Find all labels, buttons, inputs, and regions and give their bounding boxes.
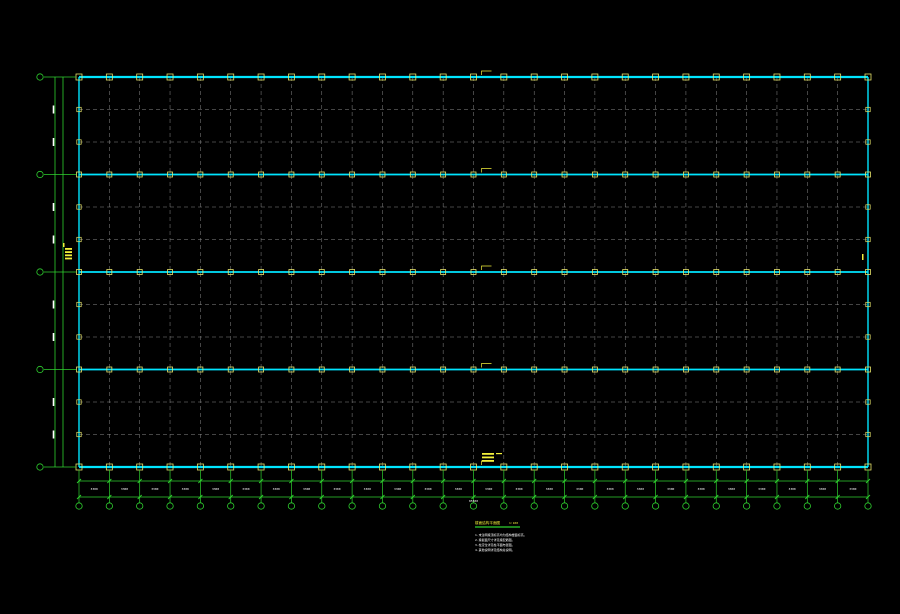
axis-bubble-column xyxy=(621,502,629,510)
bay-dimension-text: 3300 xyxy=(849,487,856,491)
annotation-mark xyxy=(862,254,864,260)
structural-floor-plan: 3300 3300 3300 3300 3300 3300 3300 3300 3300 3300… xyxy=(36,70,872,552)
axis-bubble-column xyxy=(196,502,204,510)
axis-bubble-row xyxy=(36,463,44,471)
axis-bubble-row xyxy=(36,73,44,81)
bay-dimension-text: 3300 xyxy=(273,487,280,491)
bay-dimension-text: 3300 xyxy=(364,487,371,491)
bay-dimension-text: 3300 xyxy=(303,487,310,491)
legend-block: 楼面结构平面图 1:100 1.未注明梁顶标高均为结构楼面标高。 2.梁截面尺寸… xyxy=(475,520,527,552)
bay-dimension-text: 3300 xyxy=(333,487,340,491)
annotations xyxy=(63,70,864,465)
annotation-mark xyxy=(63,243,65,247)
bay-dimension-text: 3300 xyxy=(789,487,796,491)
axis-bubble-column xyxy=(227,502,235,510)
axis-bubble-column xyxy=(560,502,569,510)
bay-dimension-text: 3300 xyxy=(515,487,522,491)
annotation-mark xyxy=(65,251,72,253)
axis-bubble-column xyxy=(105,502,113,510)
bay-dimension-text: 3300 xyxy=(728,487,735,491)
annotation-mark xyxy=(65,248,72,250)
axis-bubble-column xyxy=(287,502,296,510)
bay-dimension-text: 3300 xyxy=(637,487,644,491)
axis-bubble-column xyxy=(743,502,751,510)
beam-label-flag xyxy=(481,168,492,173)
bay-dimension-text: 3300 xyxy=(819,487,826,491)
dimension-lines: 3300 3300 3300 3300 3300 3300 3300 3300 3300 3300… xyxy=(44,76,871,503)
axis-bubble-column xyxy=(500,502,508,510)
axis-bubble-column xyxy=(803,502,811,510)
bay-dimension-text: 3300 xyxy=(242,487,249,491)
bay-dimension-text: 3300 xyxy=(758,487,765,491)
annotation-mark xyxy=(496,453,502,455)
annotation-mark xyxy=(482,453,494,455)
axis-bubble-column xyxy=(166,502,174,510)
bay-dimension-text: 3300 xyxy=(182,487,189,491)
axis-bubble-column xyxy=(257,502,265,510)
bay-dimension-text: 3300 xyxy=(485,487,492,491)
axis-bubble-column xyxy=(651,502,660,510)
axis-bubble-column xyxy=(712,502,720,510)
bay-dimension-text: 3300 xyxy=(546,487,553,491)
bay-dimension-text: 3300 xyxy=(576,487,583,491)
bay-dimension-text: 3300 xyxy=(394,487,401,491)
axis-bubble-column xyxy=(834,502,842,510)
annotation-mark xyxy=(482,460,494,462)
axis-bubble-column xyxy=(439,502,447,510)
axis-bubble-column xyxy=(773,502,781,510)
axis-bubble-row xyxy=(36,268,44,276)
axis-bubbles xyxy=(36,73,872,510)
bay-dimension-text: 3300 xyxy=(455,487,462,491)
bay-dimension-text: 3300 xyxy=(424,487,431,491)
total-dimension-text: 85500 xyxy=(469,499,478,503)
bay-dimension-text: 3300 xyxy=(91,487,98,491)
bay-dimension-text: 3300 xyxy=(212,487,219,491)
note-line-4: 4.其他说明详见结构总说明。 xyxy=(475,547,515,552)
axis-bubble-column xyxy=(318,502,326,510)
bay-dimension-text: 3300 xyxy=(151,487,158,491)
axis-bubble-column xyxy=(75,502,83,510)
axis-bubble-column xyxy=(378,502,387,510)
annotation-mark xyxy=(65,257,72,260)
legend-scale: 1:100 xyxy=(509,521,518,525)
axis-bubble-column xyxy=(682,502,690,510)
beam-label-flag xyxy=(481,265,492,270)
beam-label-flag xyxy=(481,70,492,75)
axis-bubble-row xyxy=(36,170,44,179)
axis-bubble-column xyxy=(864,502,872,510)
annotation-mark xyxy=(65,254,72,257)
bay-dimension-text: 3300 xyxy=(667,487,674,491)
bay-dimension-text: 3300 xyxy=(121,487,128,491)
bay-dimension-text: 3300 xyxy=(697,487,704,491)
axis-bubble-column xyxy=(136,502,144,510)
note-line-2: 2.梁截面尺寸详见梁配筋图。 xyxy=(475,537,515,542)
note-line-3: 3.柱定位详见柱平面布置图。 xyxy=(475,542,515,547)
axis-bubble-column xyxy=(348,502,356,510)
annotation-mark xyxy=(482,456,494,459)
axis-bubble-column xyxy=(530,502,538,510)
bay-dimension-text: 3300 xyxy=(606,487,613,491)
axis-bubble-row xyxy=(36,365,44,374)
legend-title: 楼面结构平面图 xyxy=(475,520,501,525)
beam-label-flag xyxy=(481,363,492,368)
axis-bubble-column xyxy=(409,502,417,510)
note-line-1: 1.未注明梁顶标高均为结构楼面标高。 xyxy=(475,532,527,537)
axis-bubble-column xyxy=(591,502,599,510)
axis-bubble-column xyxy=(469,502,478,510)
